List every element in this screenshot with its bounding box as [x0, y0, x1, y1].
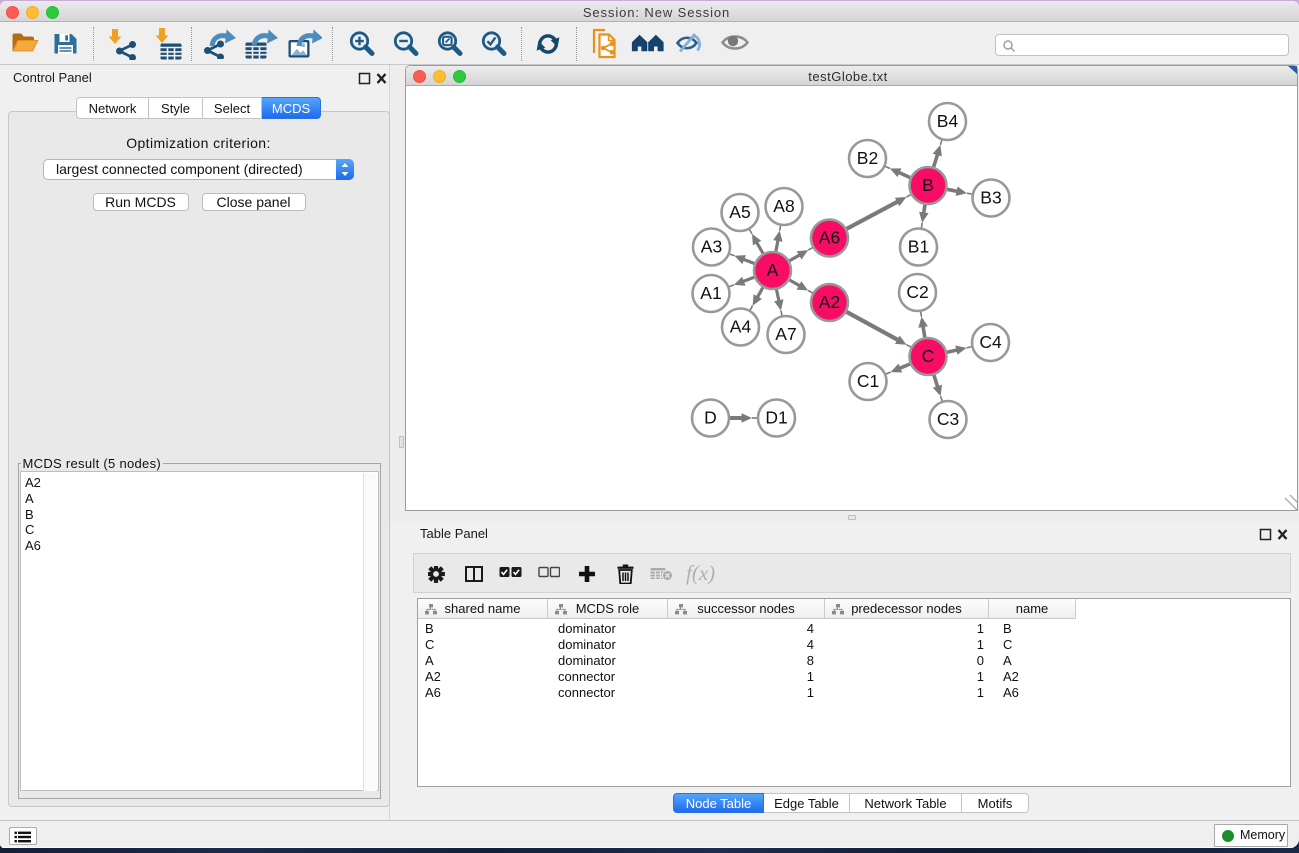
svg-text:B2: B2: [856, 148, 877, 168]
svg-text:C1: C1: [856, 371, 878, 391]
svg-text:A1: A1: [700, 283, 721, 303]
svg-text:C4: C4: [979, 332, 1002, 352]
svg-text:A3: A3: [700, 237, 721, 257]
svg-text:A6: A6: [818, 228, 839, 248]
svg-text:C3: C3: [936, 409, 958, 429]
svg-text:A8: A8: [773, 196, 794, 216]
svg-text:C2: C2: [906, 282, 928, 302]
svg-text:B3: B3: [980, 188, 1001, 208]
svg-text:A7: A7: [775, 324, 796, 344]
svg-text:A5: A5: [729, 202, 750, 222]
svg-text:D: D: [704, 408, 717, 428]
svg-text:A: A: [766, 260, 778, 280]
svg-text:A2: A2: [818, 292, 839, 312]
svg-text:D1: D1: [765, 408, 787, 428]
svg-text:B1: B1: [907, 237, 928, 257]
svg-text:C: C: [921, 346, 934, 366]
svg-text:A4: A4: [729, 317, 751, 337]
svg-text:B4: B4: [936, 111, 958, 131]
svg-text:B: B: [922, 175, 934, 195]
